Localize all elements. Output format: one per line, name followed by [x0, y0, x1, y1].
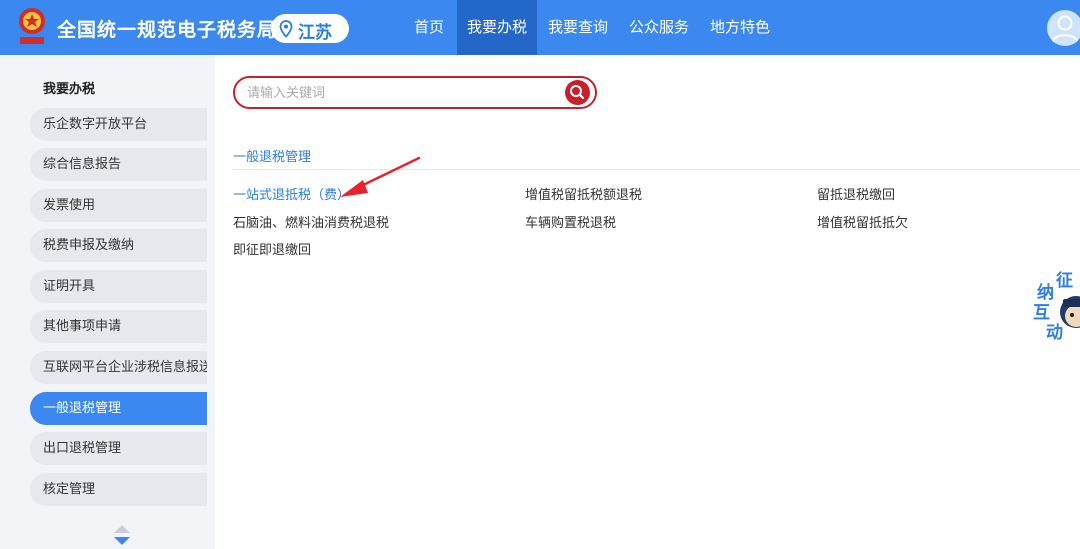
link-immediate-refund-return[interactable]: 即征即退缴回	[233, 239, 311, 258]
annotation-arrow-icon	[340, 156, 421, 197]
nav-query[interactable]: 我要查询	[538, 0, 618, 55]
region-label: 江苏	[298, 23, 332, 43]
sidebar-item-other-apply[interactable]: 其他事项申请	[30, 310, 207, 343]
user-avatar-icon[interactable]	[1047, 10, 1080, 46]
sidebar-item-export-refund[interactable]: 出口退税管理	[30, 432, 207, 465]
sidebar: 我要办税 乐企数字开放平台 综合信息报告 发票使用 税费申报及缴纳 证明开具 其…	[0, 55, 215, 549]
nav-local-features[interactable]: 地方特色	[700, 0, 780, 55]
location-pin-icon	[279, 20, 293, 38]
search-button[interactable]	[565, 80, 590, 105]
link-vehicle-purchase-refund[interactable]: 车辆购置税退税	[525, 212, 616, 231]
search-input[interactable]	[247, 82, 557, 104]
link-credit-refund-return[interactable]: 留抵退税缴回	[817, 184, 895, 203]
sidebar-item-leqi-platform[interactable]: 乐企数字开放平台	[30, 108, 207, 141]
search-box	[233, 76, 597, 109]
sidebar-item-info-report[interactable]: 综合信息报告	[30, 148, 207, 181]
sidebar-item-assessment[interactable]: 核定管理	[30, 473, 207, 506]
nav-tax-handling[interactable]: 我要办税	[457, 0, 537, 55]
region-selector[interactable]: 江苏	[271, 14, 349, 43]
section-title: 一般退税管理	[233, 150, 312, 165]
nav-public-service[interactable]: 公众服务	[619, 0, 699, 55]
link-one-stop-refund[interactable]: 一站式退抵税（费）	[233, 184, 350, 203]
link-vat-credit-refund[interactable]: 增值税留抵税额退税	[525, 184, 642, 203]
sidebar-title: 我要办税	[43, 82, 96, 97]
widget-char-4: 动	[1046, 323, 1063, 343]
top-header: 全国统一规范电子税务局 江苏 首页 我要办税 我要查询 公众服务 地方特色	[0, 0, 1080, 55]
sidebar-item-certificate[interactable]: 证明开具	[30, 270, 207, 303]
main-content: 一般退税管理 一站式退抵税（费） 增值税留抵税额退税 留抵退税缴回 石脑油、燃料…	[215, 55, 1080, 549]
national-emblem-icon	[19, 8, 45, 44]
sidebar-item-internet-platform[interactable]: 互联网平台企业涉税信息报送	[30, 351, 207, 384]
site-title[interactable]: 全国统一规范电子税务局	[57, 15, 277, 42]
link-fuel-consumption-refund[interactable]: 石脑油、燃料油消费税退税	[233, 212, 389, 231]
sidebar-item-general-refund[interactable]: 一般退税管理	[30, 392, 207, 425]
nav-home[interactable]: 首页	[403, 0, 455, 55]
taxpayer-interaction-widget[interactable]: 征 纳 互 动	[1030, 262, 1080, 343]
scroll-arrows-icon[interactable]	[112, 523, 132, 547]
sidebar-item-invoice[interactable]: 发票使用	[30, 189, 207, 222]
sidebar-item-declare-pay[interactable]: 税费申报及缴纳	[30, 229, 207, 262]
link-vat-credit-offset[interactable]: 增值税留抵抵欠	[817, 212, 908, 231]
search-icon	[570, 85, 584, 99]
widget-char-1: 征	[1056, 271, 1073, 291]
